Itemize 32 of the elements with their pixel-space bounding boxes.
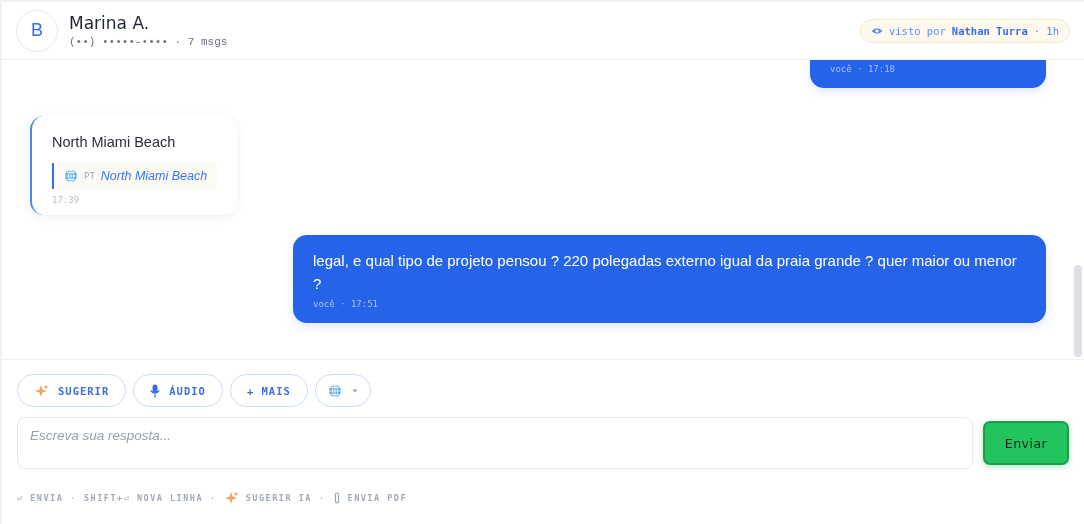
separator-dot: · [70, 493, 77, 503]
caret-icon [351, 388, 358, 393]
eye-icon [870, 26, 883, 35]
contact-subtitle: (••) •••••-•••• · 7 msgs [69, 36, 229, 48]
language-code: PT [84, 171, 95, 181]
shortcut-hint: ENVIA PDF [347, 493, 408, 503]
separator-dot: · [318, 493, 326, 503]
message-time: 17:39 [52, 195, 81, 205]
seen-time: · 1h [1033, 24, 1059, 37]
action-button[interactable]: SUGERIR [17, 374, 127, 407]
paperclip-icon [332, 492, 341, 504]
separator-dot: · [210, 493, 217, 503]
message-time: você · 17:51 [313, 299, 380, 309]
microphone-icon [150, 383, 161, 398]
message-text: legal, e qual tipo de projeto pensou ? 220 polegadas externo igual da praia grande ? quer maior ou menor ? [313, 251, 1018, 294]
globe-icon [64, 169, 78, 183]
shortcut-hint: SHIFT+⏎ NOVA LINHA [83, 493, 204, 503]
translated-text: North Miami Beach [100, 169, 208, 183]
shortcut-hint: ⏎ ENVIA [17, 493, 64, 503]
seen-name: Nathan Turra [951, 24, 1028, 37]
contact-name: Marina A. [69, 13, 151, 33]
message-time: você · 17:18 [830, 64, 897, 74]
shortcut-hint: SUGERIR IA [245, 493, 312, 503]
sparkle-icon [34, 383, 49, 398]
action-button[interactable]: ÁUDIO [133, 374, 223, 407]
action-button[interactable] [314, 374, 371, 407]
send-button[interactable]: Enviar [983, 421, 1069, 465]
action-button[interactable]: + MAIS [229, 374, 308, 407]
seen-label: visto por [888, 24, 946, 37]
globe-icon [327, 383, 342, 398]
reply-field[interactable]: Escreva sua resposta... [17, 417, 973, 469]
message-text: North Miami Beach [52, 134, 177, 150]
